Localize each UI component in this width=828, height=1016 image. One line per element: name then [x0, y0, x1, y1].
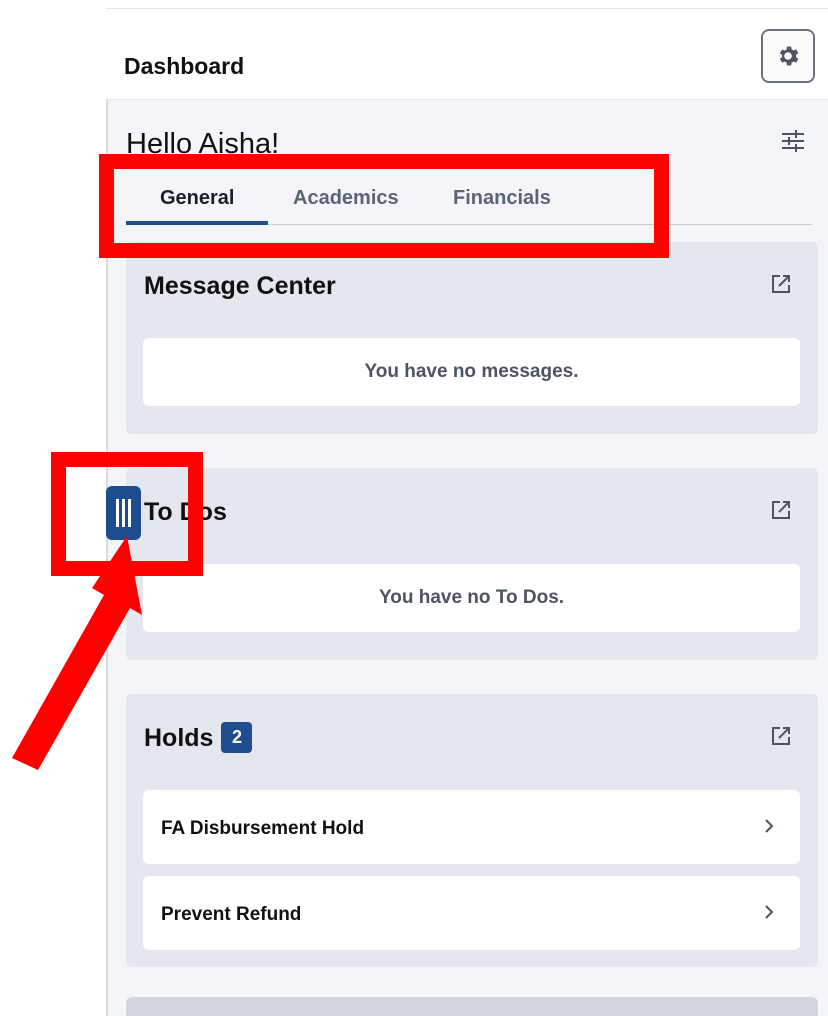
settings-button[interactable]: [761, 29, 815, 83]
message-center-empty-state: You have no messages.: [143, 338, 800, 406]
sliders-icon[interactable]: [780, 128, 806, 154]
tab-financials[interactable]: Financials: [453, 187, 551, 224]
chevron-right-icon: [765, 905, 774, 919]
gear-icon: [779, 46, 799, 66]
page-title: Dashboard: [124, 53, 245, 79]
dashboard-header: Dashboard: [106, 9, 828, 100]
hold-item-label: FA Disbursement Hold: [161, 818, 365, 839]
hold-item-label: Prevent Refund: [161, 904, 302, 925]
external-link-icon[interactable]: [770, 499, 792, 521]
external-link-icon[interactable]: [770, 725, 792, 747]
holds-count-badge: 2: [221, 722, 253, 753]
active-tab-indicator: [126, 221, 268, 225]
hold-item[interactable]: FA Disbursement Hold: [143, 790, 800, 864]
greeting: Hello Aisha!: [126, 128, 280, 160]
grip-bar: [116, 499, 119, 527]
tab-academics[interactable]: Academics: [293, 187, 399, 224]
message-center-card: Message Center You have no messages.: [126, 242, 818, 434]
holds-card: Holds 2 FA Disbursement Hold Prevent Refu…: [126, 694, 818, 967]
dashboard-tabs: General Academics Financials: [126, 177, 812, 225]
annotation-arrow: [12, 536, 142, 770]
hold-item[interactable]: Prevent Refund: [143, 876, 800, 950]
tab-general[interactable]: General: [160, 187, 234, 224]
dashboard-body: Hello Aisha! General Academics Financial…: [106, 100, 828, 1016]
next-card-peek: [126, 997, 818, 1016]
todos-empty-state: You have no To Dos.: [143, 564, 800, 632]
todos-title: To Dos: [144, 498, 227, 526]
grip-bar: [128, 499, 131, 527]
dashboard-panel: Dashboard Hello Aisha! General Academics…: [106, 0, 828, 1016]
grip-bar: [122, 499, 125, 527]
chevron-right-icon: [765, 819, 774, 833]
message-center-title: Message Center: [144, 272, 336, 300]
todos-card: To Dos You have no To Dos.: [126, 468, 818, 660]
external-link-icon[interactable]: [770, 273, 792, 295]
